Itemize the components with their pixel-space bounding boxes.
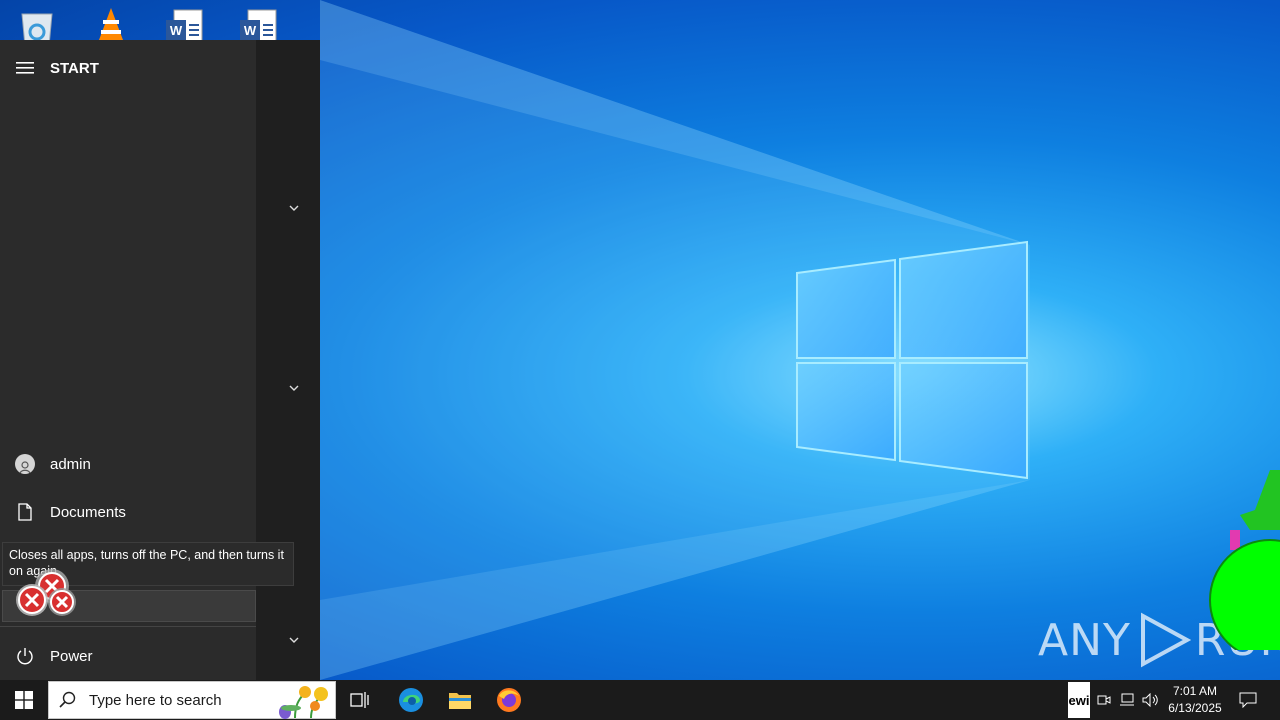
windows-icon: [15, 691, 33, 709]
meet-now-icon[interactable]: [1094, 680, 1114, 720]
chevron-down-icon[interactable]: [282, 380, 306, 396]
divider: [0, 626, 256, 627]
task-view-button[interactable]: [336, 680, 384, 720]
desktop-icons-row: W W: [0, 0, 320, 40]
svg-text:W: W: [244, 23, 257, 38]
clock[interactable]: 7:01 AM 6/13/2025: [1160, 683, 1230, 717]
recycle-bin-icon[interactable]: [16, 6, 58, 40]
start-button[interactable]: [0, 680, 48, 720]
search-icon: [59, 691, 76, 708]
avatar: [15, 454, 35, 474]
document-icon: [0, 503, 50, 521]
network-icon[interactable]: [1116, 680, 1138, 720]
documents-item[interactable]: Documents: [0, 490, 256, 534]
power-label: Power: [50, 647, 93, 665]
word-document-icon[interactable]: W: [238, 6, 280, 40]
firefox-button[interactable]: [485, 680, 533, 720]
user-avatar-icon: [0, 454, 50, 474]
windows-logo-wallpaper: [796, 240, 1028, 480]
chevron-down-icon[interactable]: [282, 200, 306, 216]
green-artifact: [1209, 470, 1280, 650]
task-view-icon: [350, 692, 369, 708]
notifications-icon[interactable]: [1236, 680, 1260, 720]
watermark-left: ANY: [1038, 614, 1131, 666]
chevron-down-icon[interactable]: [282, 632, 306, 648]
documents-label: Documents: [50, 503, 126, 521]
edge-button[interactable]: [387, 680, 435, 720]
ime-indicator[interactable]: ewi: [1068, 682, 1090, 718]
firefox-icon: [497, 688, 521, 712]
clock-date: 6/13/2025: [1168, 701, 1222, 715]
user-account-item[interactable]: admin: [0, 442, 256, 486]
svg-text:W: W: [170, 23, 183, 38]
error-icons-overlay: [16, 569, 76, 616]
vlc-icon[interactable]: [90, 6, 132, 40]
taskbar: Type here to search ewi 7:01 AM 6/13/202…: [0, 680, 1280, 720]
clock-time: 7:01 AM: [1172, 684, 1218, 698]
hamburger-icon[interactable]: [0, 61, 50, 75]
flowers-icon: [279, 686, 328, 719]
user-label: admin: [50, 455, 91, 473]
volume-icon[interactable]: [1140, 680, 1162, 720]
start-header[interactable]: START: [0, 52, 99, 84]
search-box[interactable]: Type here to search: [48, 681, 336, 719]
power-icon: [0, 647, 50, 665]
file-explorer-button[interactable]: [436, 680, 484, 720]
start-menu: START admin Documents Closes all apps, t…: [0, 40, 320, 680]
edge-icon: [399, 688, 423, 712]
start-title: START: [50, 59, 99, 77]
play-icon: [1140, 612, 1191, 668]
folder-icon: [449, 693, 471, 709]
word-document-icon[interactable]: W: [164, 6, 206, 40]
power-item[interactable]: Power: [0, 634, 256, 678]
search-input[interactable]: Type here to search: [89, 692, 222, 709]
